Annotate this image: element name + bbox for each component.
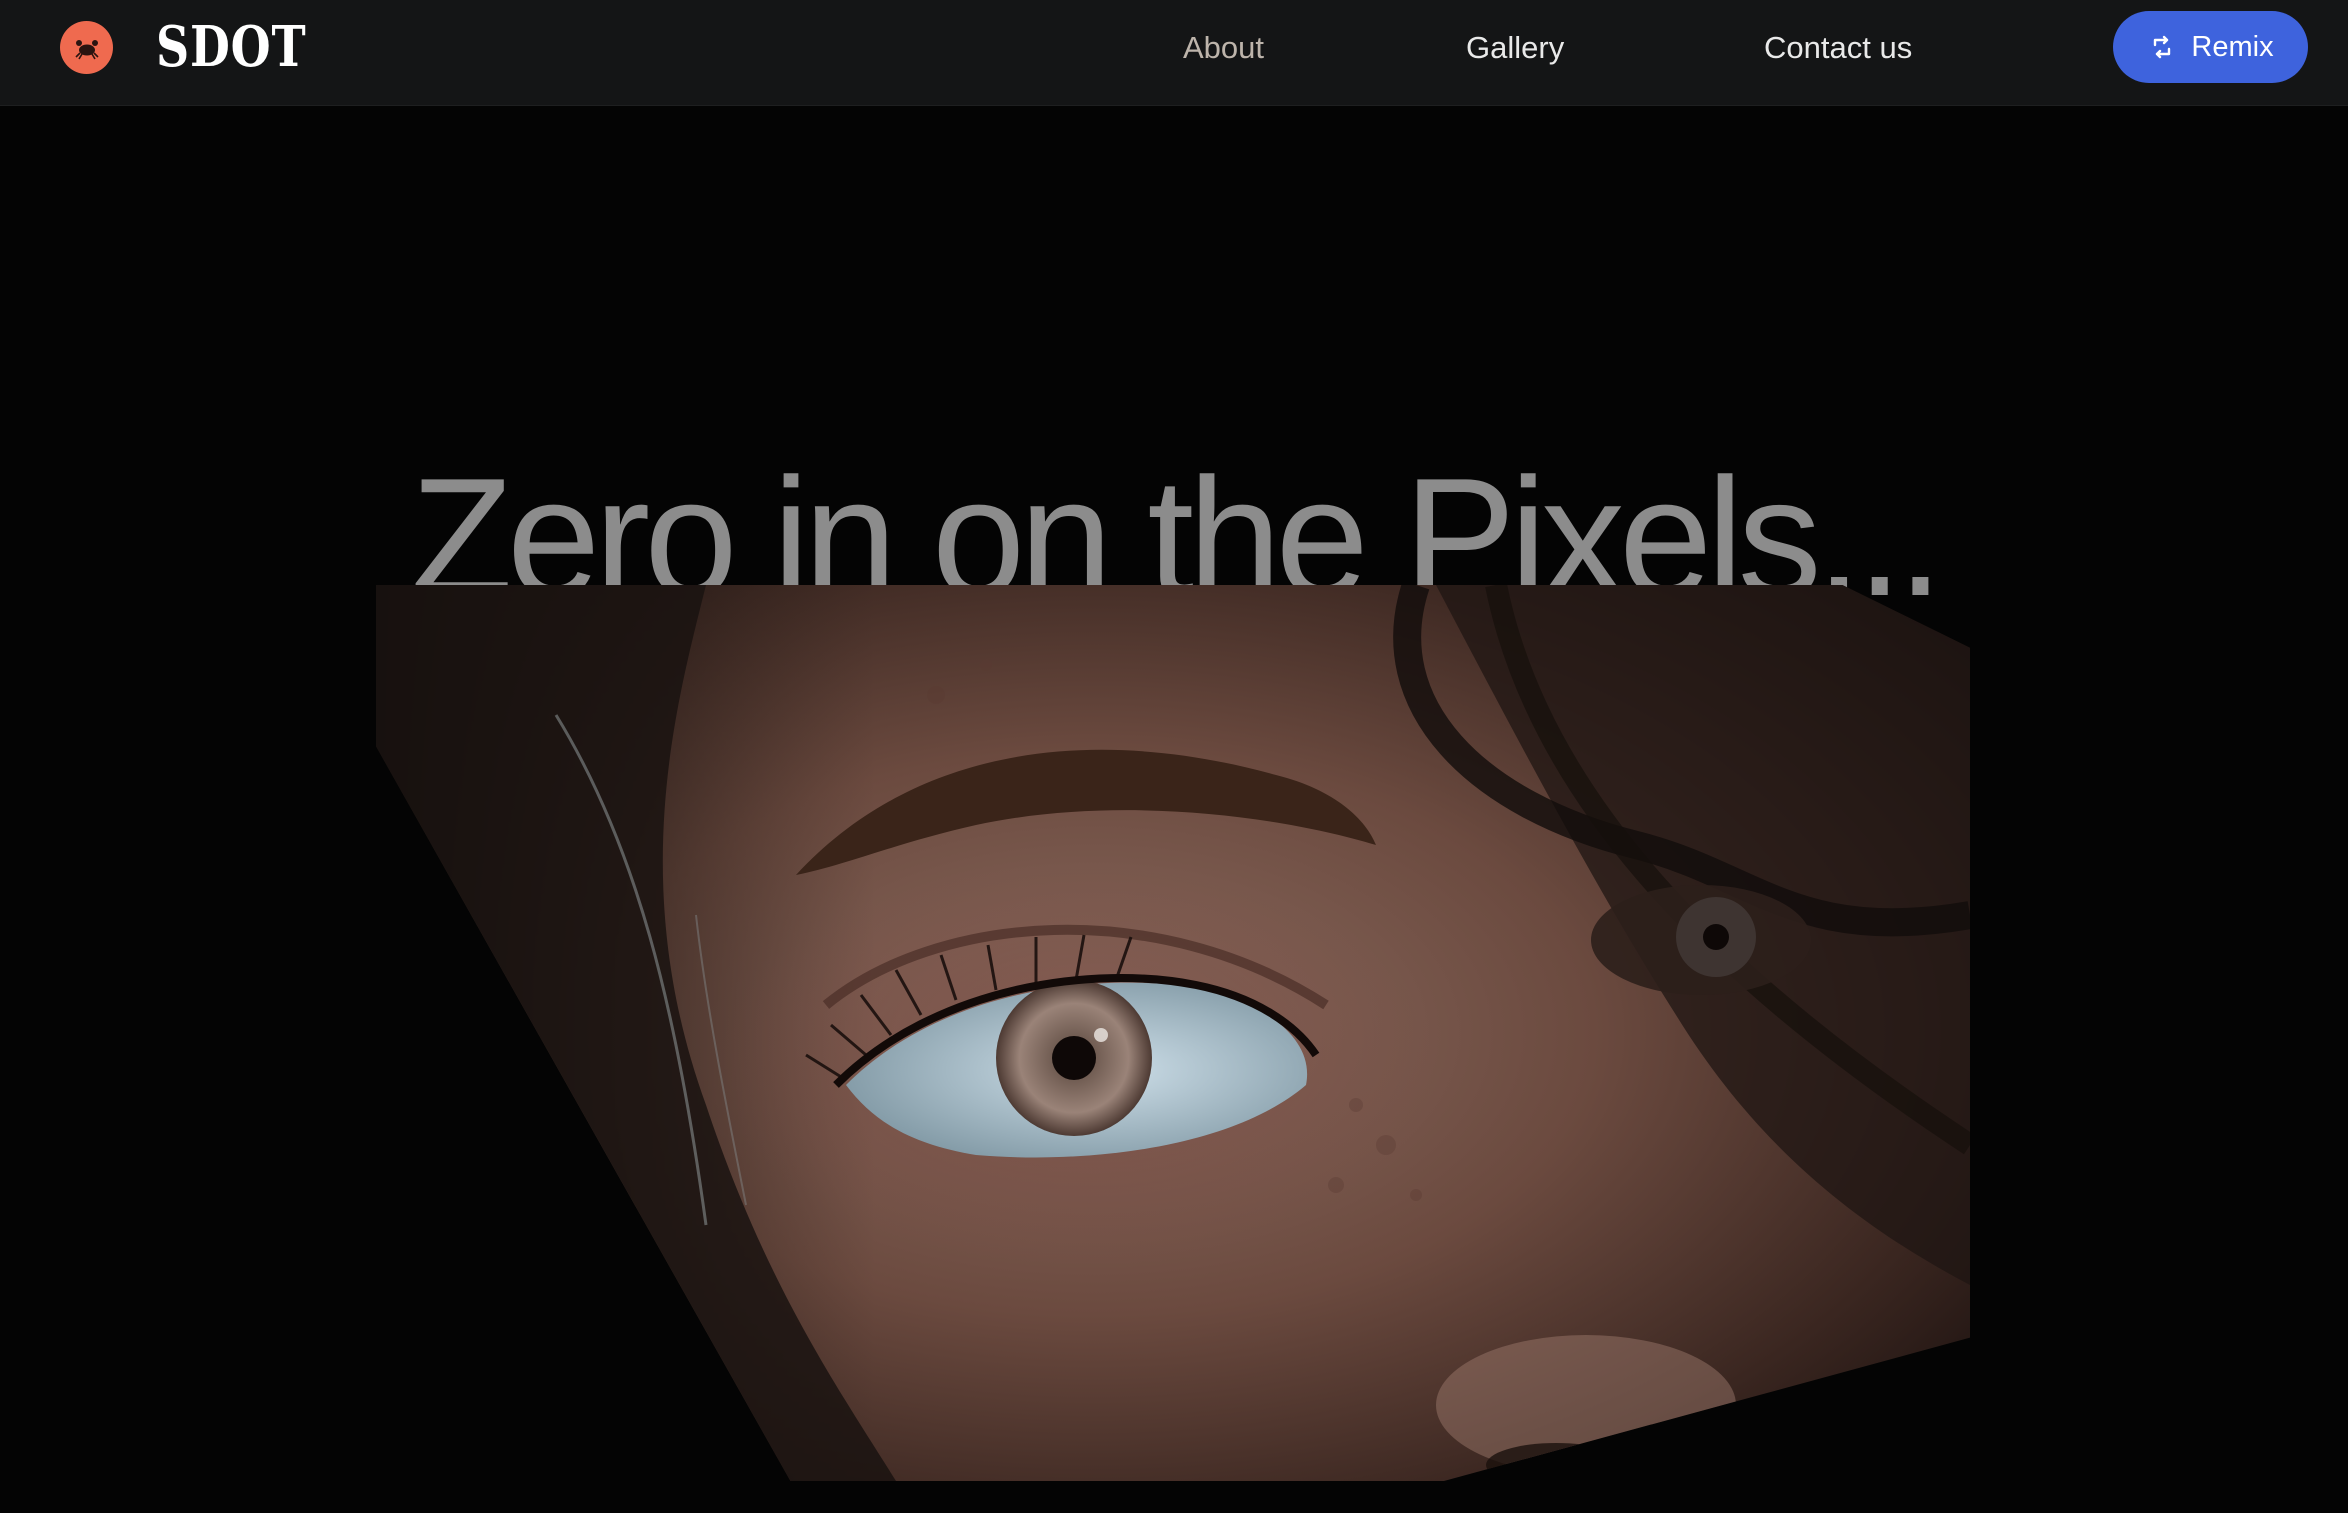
crab-icon	[74, 39, 99, 59]
logo-badge[interactable]	[60, 21, 113, 74]
remix-icon	[2154, 35, 2171, 59]
remix-label: Remix	[2191, 30, 2274, 63]
hero-section: Zero in on the Pixels...	[0, 107, 2348, 1513]
nav-link-contact-us[interactable]: Contact us	[1764, 24, 1912, 72]
brand-wordmark[interactable]: SDOT	[156, 12, 306, 82]
remix-button[interactable]: Remix	[2113, 11, 2308, 83]
nav-link-gallery[interactable]: Gallery	[1466, 24, 1564, 72]
nav-link-about[interactable]: About	[1183, 24, 1264, 72]
top-navbar: SDOT About Gallery Contact us Remix	[0, 0, 2348, 106]
hero-eye-image	[376, 585, 1970, 1481]
